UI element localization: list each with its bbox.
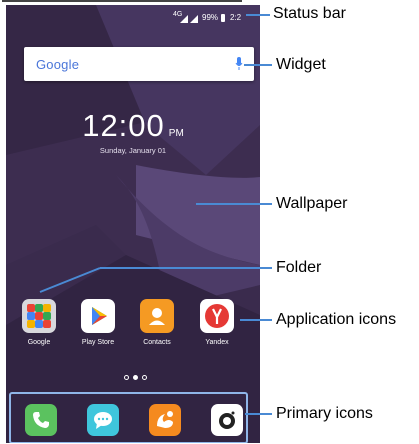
messages-icon[interactable] <box>87 404 119 436</box>
yandex-icon <box>200 299 234 333</box>
phone-icon[interactable] <box>25 404 57 436</box>
leader-line-folder-diagonal <box>39 267 101 293</box>
app-yandex[interactable]: Yandex <box>192 299 242 346</box>
leader-line-primary-icons <box>245 413 272 415</box>
status-time: 2:2 <box>230 13 242 22</box>
app-label: Google <box>27 339 51 346</box>
leader-line-folder <box>100 267 272 269</box>
google-logo: Google <box>36 57 80 72</box>
signal-icon <box>190 15 198 23</box>
camera-icon[interactable] <box>211 404 243 436</box>
app-play-store[interactable]: Play Store <box>73 299 123 346</box>
leader-line-status-bar <box>246 14 270 16</box>
battery-icon <box>221 14 225 22</box>
callout-widget: Widget <box>276 56 326 73</box>
clock-date: Sunday, January 01 <box>99 146 167 155</box>
play-store-icon <box>81 299 115 333</box>
leader-line-wallpaper <box>196 203 272 205</box>
status-bar: 4G 99% 2:2 <box>6 11 260 25</box>
page-dot[interactable] <box>124 375 129 380</box>
page-dot[interactable] <box>142 375 147 380</box>
clock-widget[interactable]: 12:00 PM Sunday, January 01 <box>6 108 260 155</box>
app-label: Yandex <box>205 339 229 346</box>
phone-screen: 4G 99% 2:2 Google 12:00 PM Sunday, Januar… <box>6 5 260 443</box>
app-label: Play Store <box>81 339 115 346</box>
clock-ampm: PM <box>168 128 184 139</box>
app-label: Contacts <box>143 339 171 346</box>
signal-icon <box>180 15 188 23</box>
google-search-widget[interactable]: Google <box>24 47 254 81</box>
callout-folder: Folder <box>276 259 322 276</box>
app-google-folder[interactable]: Google <box>14 299 64 346</box>
app-contacts[interactable]: Contacts <box>132 299 182 346</box>
callout-wallpaper: Wallpaper <box>276 195 348 212</box>
leader-line-application-icons <box>240 319 272 321</box>
callout-status-bar: Status bar <box>273 5 346 22</box>
folder-icon <box>22 299 56 333</box>
mic-icon[interactable] <box>235 56 243 72</box>
contacts-icon <box>140 299 174 333</box>
clock-time: 12:00 <box>82 108 165 143</box>
page-indicator[interactable] <box>124 374 154 382</box>
callout-primary-icons: Primary icons <box>276 405 373 422</box>
callout-application-icons: Application icons <box>276 311 397 328</box>
uc-browser-icon[interactable] <box>149 404 181 436</box>
dock <box>9 392 248 443</box>
page-dot-active[interactable] <box>133 375 138 380</box>
battery-percent: 99% <box>202 13 219 22</box>
leader-line-widget <box>244 64 272 66</box>
